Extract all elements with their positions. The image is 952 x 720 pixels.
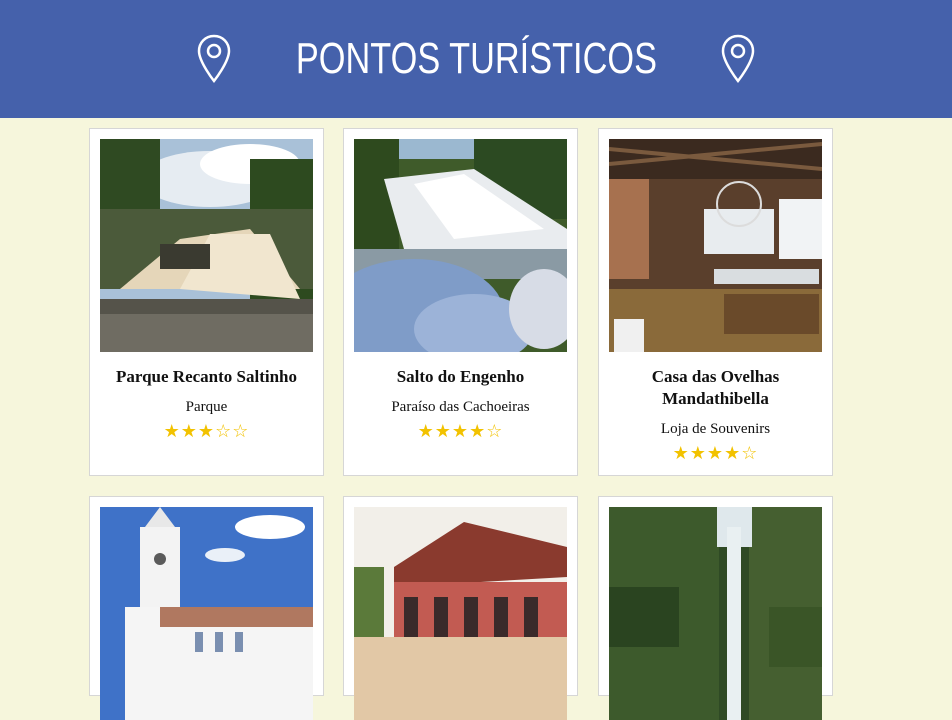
waterfall-photo[interactable] [100,139,313,352]
attraction-card[interactable]: Salto do Engenho Paraíso das Cachoeiras … [343,128,578,476]
attraction-card[interactable]: Casa das Ovelhas Mandathibella Loja de S… [598,128,833,476]
attraction-card[interactable]: Parque Recanto Saltinho Parque ★★★☆☆ [89,128,324,476]
shop-interior-photo[interactable] [609,139,822,352]
waterfall-cliff-photo[interactable] [609,507,822,720]
church-photo[interactable] [100,507,313,720]
attraction-card[interactable] [598,496,833,720]
page-title: PONTOS TURÍSTICOS [295,34,657,83]
attraction-category: Paraíso das Cachoeiras [391,399,530,415]
municipal-building-photo[interactable] [354,507,567,720]
rating-stars: ★★★☆☆ [163,421,250,442]
rating-stars: ★★★★☆ [417,421,504,442]
attraction-category: Parque [185,399,228,415]
attraction-name[interactable]: Salto do Engenho [352,366,569,388]
rating-stars: ★★★★☆ [672,443,759,464]
waterfall-flowers-photo[interactable] [354,139,567,352]
attraction-name[interactable]: Casa das Ovelhas Mandathibella [607,366,824,410]
attraction-category: Loja de Souvenirs [660,421,771,437]
page-header: PONTOS TURÍSTICOS [0,0,952,118]
attraction-card[interactable] [89,496,324,720]
attraction-card[interactable] [343,496,578,720]
map-pin-icon [197,34,230,84]
attraction-name[interactable]: Parque Recanto Saltinho [98,366,315,388]
map-pin-icon [722,34,755,84]
